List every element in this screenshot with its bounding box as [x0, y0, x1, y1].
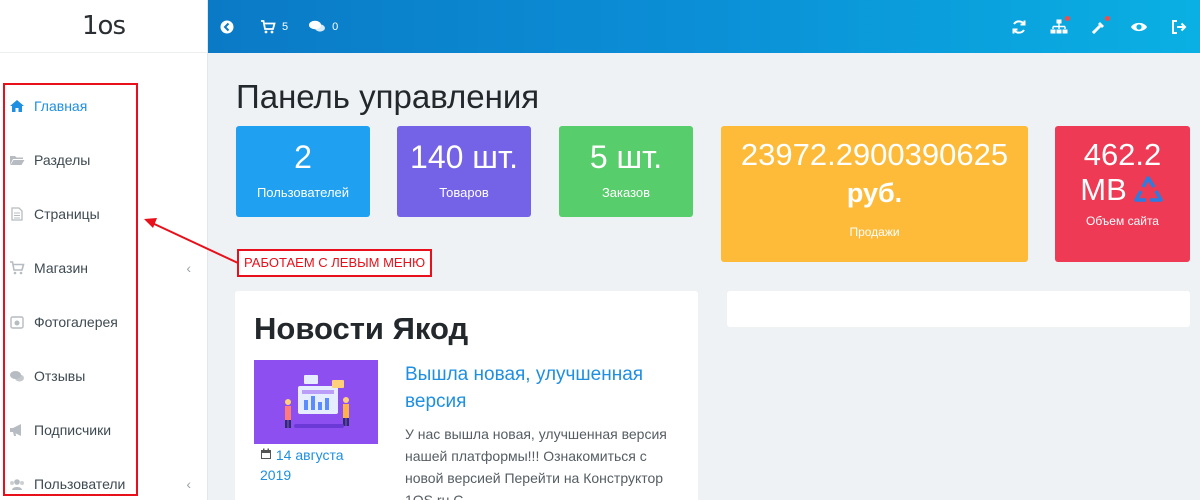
- page-title: Панель управления: [236, 78, 540, 115]
- stat-value: 462.2: [1083, 137, 1162, 172]
- topbar-left: 5 0: [208, 19, 358, 34]
- topbar: 5 0: [208, 0, 1200, 53]
- sign-out-icon[interactable]: [1170, 18, 1188, 36]
- stat-label: Товаров: [439, 185, 489, 201]
- stat-orders[interactable]: 5 шт. Заказов: [559, 126, 693, 217]
- stat-unit: руб.: [846, 178, 903, 209]
- news-image[interactable]: [254, 360, 378, 444]
- stat-label: Заказов: [601, 185, 651, 201]
- cart-icon: [261, 19, 276, 33]
- stat-label: Пользователей: [256, 185, 350, 201]
- comments-count: 0: [332, 20, 339, 33]
- calendar-icon: [261, 448, 271, 459]
- cart-button[interactable]: 5: [260, 19, 289, 34]
- stat-value: 5 шт.: [589, 139, 663, 175]
- sidebar-item-label: Отзывы: [34, 368, 86, 384]
- sidebar-item-label: Разделы: [34, 152, 91, 168]
- comments-button[interactable]: 0: [308, 20, 338, 33]
- stat-unit-row: MB: [1055, 172, 1190, 208]
- sidebar-item-reviews[interactable]: Отзывы: [0, 349, 207, 403]
- comments-icon: [309, 20, 326, 32]
- sidebar-item-label: Фотогалерея: [34, 314, 118, 330]
- logo-text: 1os: [82, 11, 126, 41]
- sidebar-item-subscribers[interactable]: Подписчики: [0, 403, 207, 457]
- stat-label: Объем сайта: [1086, 214, 1159, 229]
- annotation-label: РАБОТАЕМ С ЛЕВЫМ МЕНЮ: [237, 249, 433, 277]
- cart-icon: [8, 260, 26, 276]
- folder-icon: [8, 152, 26, 168]
- home-icon: [8, 98, 26, 114]
- camera-icon: [8, 314, 26, 330]
- stat-users[interactable]: 2 Пользователей: [236, 126, 370, 217]
- stat-value: 140 шт.: [410, 139, 518, 175]
- stat-unit: MB: [1080, 172, 1127, 208]
- stat-value: 2: [294, 139, 312, 175]
- logo[interactable]: 1os: [0, 0, 207, 53]
- back-button[interactable]: [220, 20, 240, 34]
- back-circle-icon: [220, 20, 234, 33]
- stat-site-size[interactable]: 462.2 MB Объем сайта: [1055, 126, 1190, 262]
- sidebar-item-label: Пользователи: [34, 476, 126, 492]
- stat-products[interactable]: 140 шт. Товаров: [397, 126, 531, 217]
- stat-label: Продажи: [849, 225, 900, 240]
- topbar-right: [1010, 15, 1200, 36]
- news-card: Новости Якод 14 августа 2019 Вышла новая…: [235, 291, 698, 500]
- news-text: У нас вышла новая, улучшенная версия наш…: [405, 426, 667, 500]
- sidebar-item-home[interactable]: Главная: [0, 79, 207, 133]
- secondary-card: [727, 291, 1190, 327]
- stat-sales[interactable]: 23972.2900390625 руб. Продажи: [721, 126, 1028, 262]
- sidebar-item-label: Главная: [34, 98, 88, 114]
- stat-value: 23972.2900390625: [740, 137, 1009, 172]
- eye-icon[interactable]: [1130, 18, 1148, 36]
- sidebar-item-users[interactable]: Пользователи ‹: [0, 457, 207, 500]
- notification-dot: [1105, 15, 1110, 21]
- users-icon: [8, 476, 26, 492]
- news-headline-link[interactable]: Вышла новая, улучшенная версия: [405, 361, 675, 415]
- sidebar-item-sections[interactable]: Разделы: [0, 133, 207, 187]
- bullhorn-icon: [8, 422, 26, 438]
- cart-count: 5: [282, 20, 289, 33]
- news-date: 14 августа 2019: [260, 445, 360, 485]
- sidebar-item-gallery[interactable]: Фотогалерея: [0, 295, 207, 349]
- recycle-icon: [1134, 176, 1163, 202]
- news-date-text: 14 августа 2019: [260, 447, 344, 483]
- news-title: Новости Якод: [254, 311, 469, 346]
- sidebar-menu: Главная Разделы Страницы Магазин ‹ Фотог…: [0, 79, 207, 500]
- notification-dot: [1065, 15, 1070, 21]
- sitemap-icon[interactable]: [1050, 15, 1070, 36]
- refresh-icon[interactable]: [1010, 18, 1028, 36]
- comments-icon: [8, 368, 26, 384]
- annotation-arrow: [144, 218, 239, 264]
- tools-icon[interactable]: [1090, 15, 1110, 36]
- chevron-left-icon[interactable]: ‹: [186, 476, 191, 492]
- sidebar-item-label: Подписчики: [34, 422, 112, 438]
- file-icon: [8, 206, 26, 222]
